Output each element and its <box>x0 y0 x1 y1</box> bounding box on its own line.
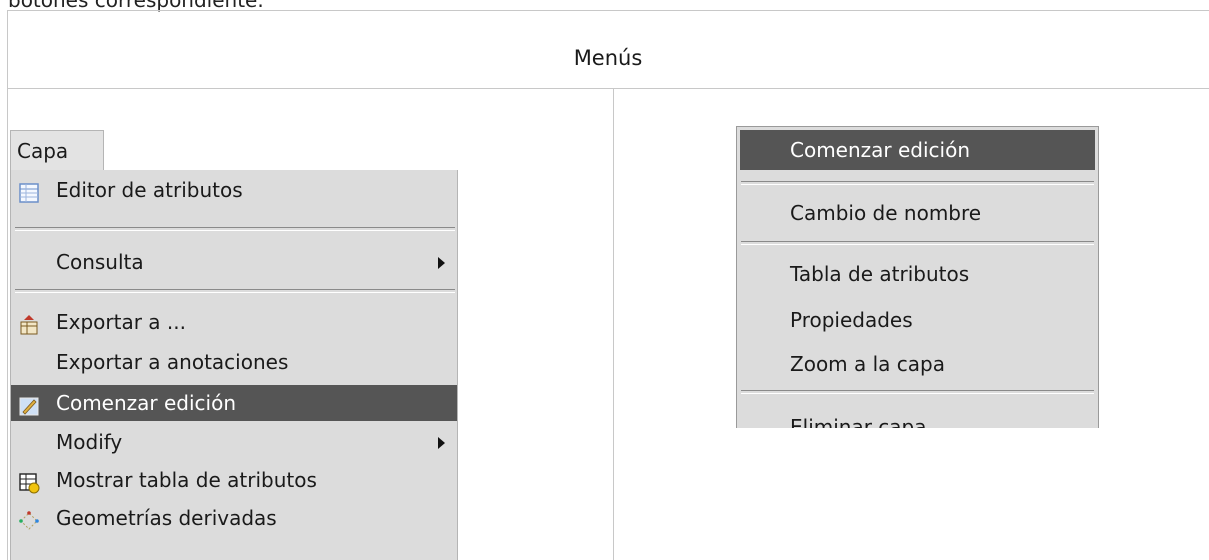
menu-item-label: Exportar a anotaciones <box>56 350 289 374</box>
menu-item-label: Geometrías derivadas <box>56 506 277 530</box>
table-header-title: Menús <box>573 46 643 70</box>
table-border-top <box>7 10 1209 11</box>
menu-item-comenzar-edicion[interactable]: Comenzar edición <box>11 385 457 421</box>
menu-item-label: Eliminar capa <box>790 415 927 428</box>
table-border-left <box>7 10 8 560</box>
menu-item-modify[interactable]: Modify <box>11 424 457 460</box>
menu-separator <box>15 289 455 293</box>
menu-item-label: Editor de atributos <box>56 178 243 202</box>
menu-separator <box>741 390 1094 394</box>
context-item-eliminar-capa[interactable]: Eliminar capa <box>740 407 1095 428</box>
menu-item-exportar-a[interactable]: Exportar a ... <box>11 304 457 340</box>
derived-geometry-icon <box>18 507 40 530</box>
context-item-cambio-de-nombre[interactable]: Cambio de nombre <box>740 193 1095 233</box>
context-item-zoom-a-la-capa[interactable]: Zoom a la capa <box>740 344 1095 384</box>
menu-separator <box>741 181 1094 185</box>
context-item-comenzar-edicion[interactable]: Comenzar edición <box>740 130 1095 170</box>
menu-item-label: Cambio de nombre <box>790 201 982 225</box>
menu-separator <box>15 227 455 231</box>
layer-context-menu: Comenzar edición Cambio de nombre Tabla … <box>736 126 1099 428</box>
menu-item-mostrar-tabla-de-atributos[interactable]: Mostrar tabla de atributos <box>11 462 457 498</box>
menu-item-label: Zoom a la capa <box>790 352 945 376</box>
menu-item-label: Modify <box>56 430 123 454</box>
menu-item-label: Propiedades <box>790 308 913 332</box>
menu-item-geometrias-derivadas[interactable]: Geometrías derivadas <box>11 500 457 536</box>
table-header-divider <box>7 88 1209 89</box>
capa-dropdown-menu: Editor de atributos Consulta Exportar a … <box>10 170 458 560</box>
export-icon <box>18 311 40 335</box>
menu-separator <box>741 241 1094 245</box>
table-icon <box>18 179 40 203</box>
menu-item-editor-de-atributos[interactable]: Editor de atributos <box>11 172 457 208</box>
menu-item-label: Comenzar edición <box>790 138 971 162</box>
menu-item-exportar-a-anotaciones[interactable]: Exportar a anotaciones <box>11 344 457 380</box>
menu-item-label: Tabla de atributos <box>790 262 970 286</box>
context-item-propiedades[interactable]: Propiedades <box>740 300 1095 340</box>
menubar-item-capa[interactable]: Capa <box>10 130 104 170</box>
edit-icon <box>18 392 40 416</box>
menu-item-label: Comenzar edición <box>56 391 237 415</box>
menu-item-label: Mostrar tabla de atributos <box>56 468 317 492</box>
context-item-tabla-de-atributos[interactable]: Tabla de atributos <box>740 254 1095 294</box>
menubar-item-label: Capa <box>17 139 69 163</box>
menu-item-label: Exportar a ... <box>56 310 186 334</box>
menu-item-consulta[interactable]: Consulta <box>11 244 457 280</box>
submenu-arrow-icon <box>438 437 445 449</box>
attribute-table-icon <box>18 469 40 494</box>
menu-item-label: Consulta <box>56 250 144 274</box>
submenu-arrow-icon <box>438 257 445 269</box>
table-column-divider <box>613 88 614 560</box>
